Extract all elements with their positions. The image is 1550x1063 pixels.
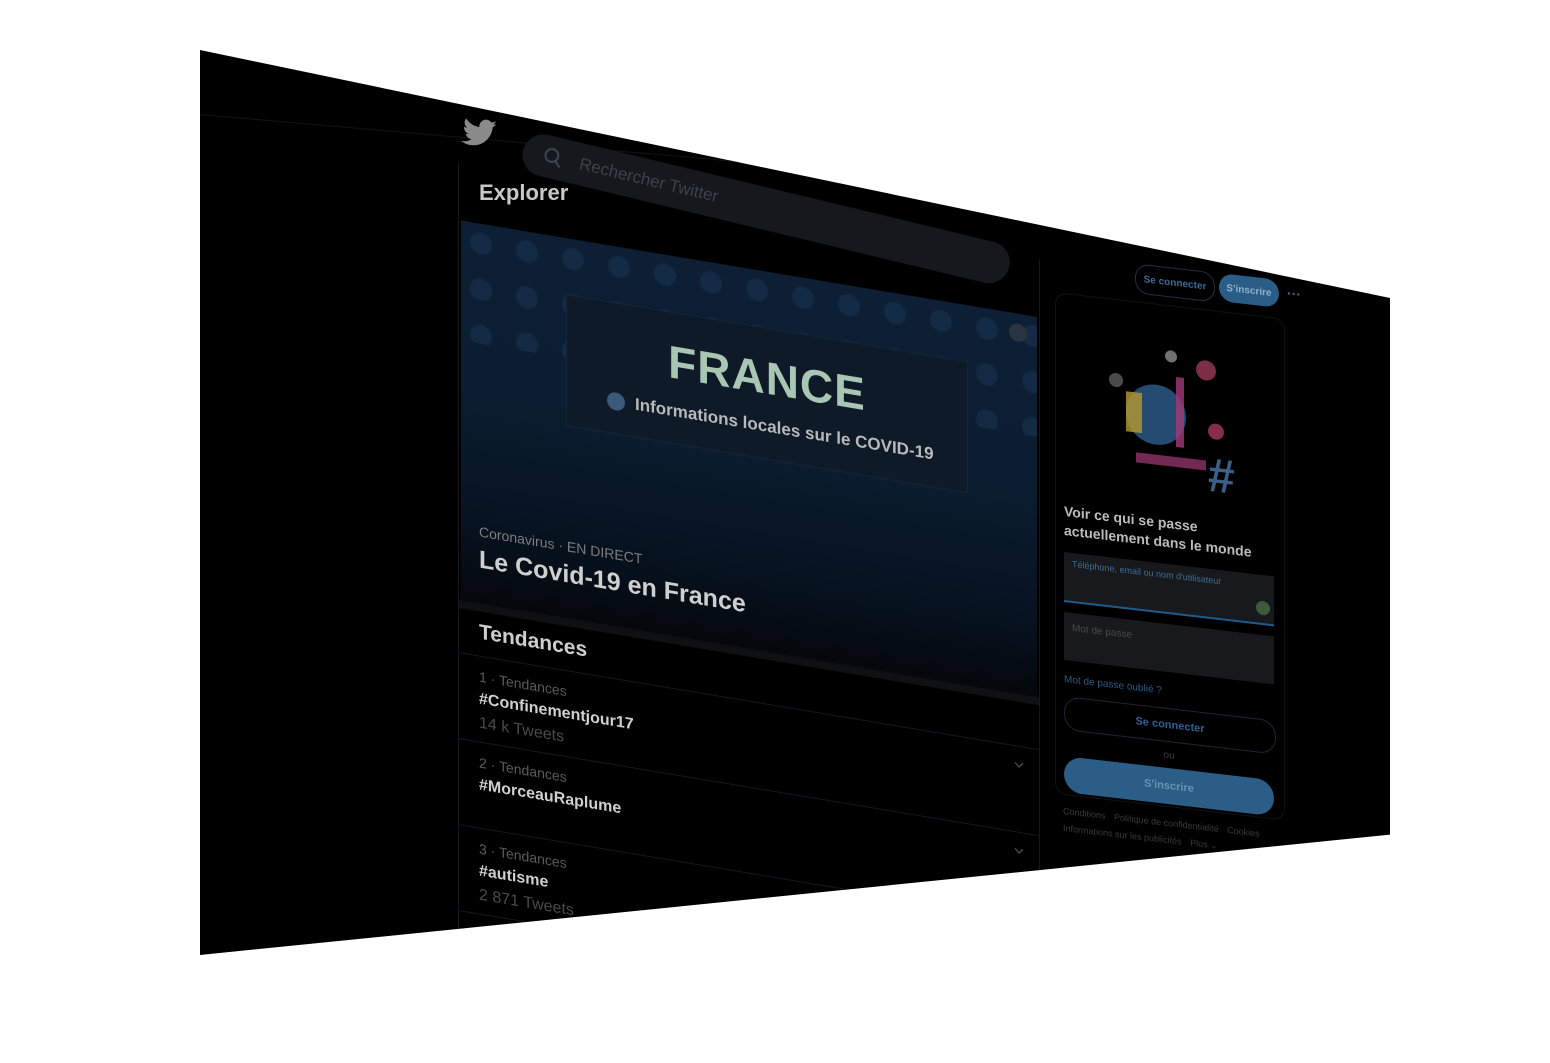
browser-screen: Rechercher Twitter Explorer FRANCE Infor…: [200, 50, 1390, 955]
more-icon[interactable]: ···: [1287, 285, 1301, 303]
footer-link[interactable]: Conditions: [1063, 806, 1106, 821]
password-placeholder: Mot de passe: [1072, 622, 1133, 641]
search-icon: [544, 147, 561, 169]
main-column: Explorer FRANCE Informations locales sur…: [458, 162, 1040, 955]
header-login-button[interactable]: Se connecter: [1135, 263, 1215, 303]
world-illustration: #: [1109, 350, 1235, 505]
svg-text:#: #: [1208, 448, 1235, 505]
login-card: # Voir ce qui se passe actuellement dans…: [1055, 292, 1285, 821]
footer-link[interactable]: Cookies: [1227, 825, 1260, 839]
chevron-down-icon[interactable]: [1013, 758, 1025, 772]
info-icon: [607, 390, 625, 412]
header-signup-button[interactable]: S'inscrire: [1219, 272, 1279, 308]
forgot-password-link[interactable]: Mot de passe oublié ?: [1064, 674, 1162, 696]
trend-meta: 4 · Tendances: [479, 926, 567, 955]
hero-card[interactable]: FRANCE Informations locales sur le COVID…: [461, 220, 1037, 697]
trend-tag[interactable]: #MorceauRaplume: [479, 777, 621, 819]
page-title: Explorer: [479, 180, 569, 206]
right-sidebar: Se connecter S'inscrire ··· # Voir ce qu…: [1055, 262, 1301, 889]
chevron-down-icon[interactable]: [1013, 930, 1025, 944]
username-placeholder: Téléphone, email ou nom d'utilisateur: [1072, 558, 1222, 587]
chevron-down-icon[interactable]: [1013, 844, 1025, 858]
password-field[interactable]: Mot de passe: [1064, 612, 1274, 685]
twitter-bird-icon[interactable]: [460, 116, 497, 150]
password-manager-icon[interactable]: [1256, 600, 1270, 616]
footer-link[interactable]: Plus ⌄: [1190, 838, 1218, 851]
